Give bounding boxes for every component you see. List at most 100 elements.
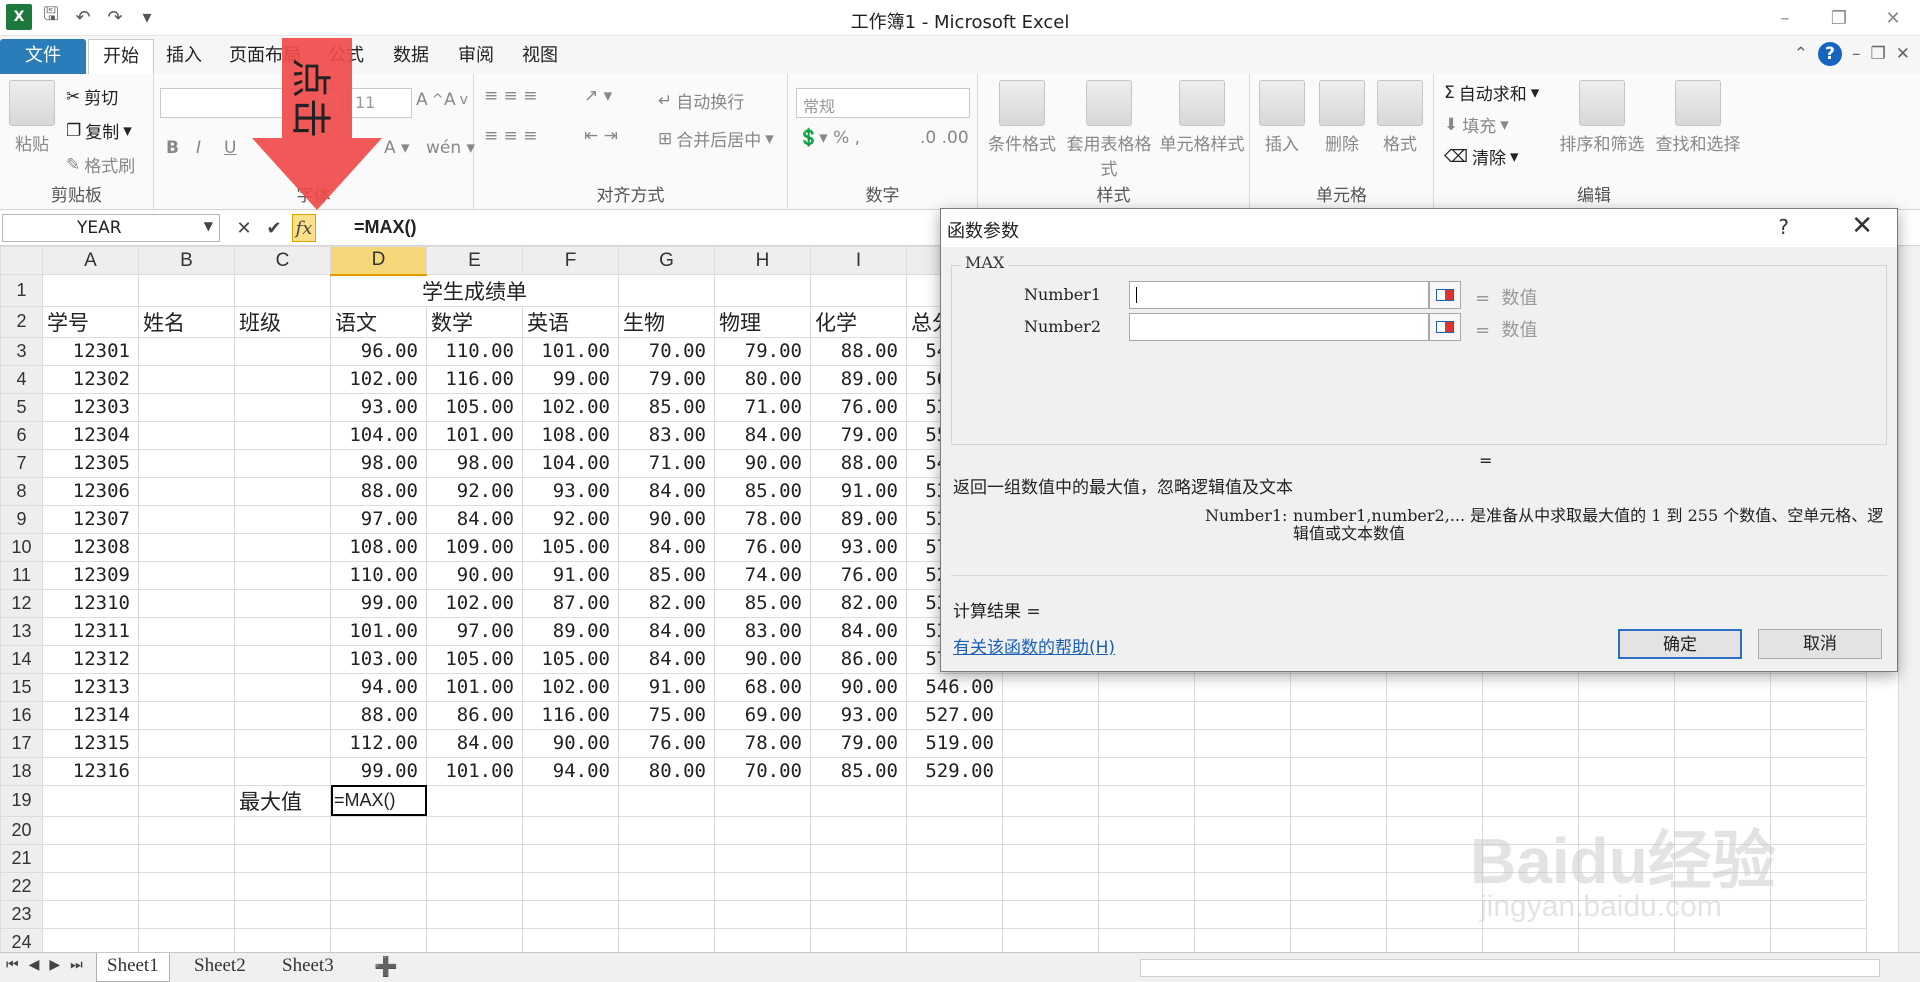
- cell[interactable]: 12301: [42, 336, 139, 366]
- cell[interactable]: 83.00: [714, 616, 811, 646]
- cell[interactable]: 12307: [42, 504, 139, 534]
- format-as-table-button[interactable]: 套用表格格式: [1064, 80, 1154, 180]
- cell[interactable]: 99.00: [330, 756, 427, 786]
- cell[interactable]: [234, 392, 331, 422]
- cell[interactable]: 71.00: [618, 448, 715, 478]
- row-header[interactable]: 5: [0, 392, 43, 422]
- cell[interactable]: 12310: [42, 588, 139, 618]
- tab-view[interactable]: 视图: [508, 39, 572, 74]
- dialog-help-icon[interactable]: ?: [1778, 215, 1789, 239]
- cell[interactable]: [1002, 815, 1099, 845]
- cell[interactable]: [138, 784, 235, 817]
- cell[interactable]: 527.00: [906, 700, 1003, 730]
- cell[interactable]: [138, 927, 235, 952]
- cell[interactable]: [714, 843, 811, 873]
- next-sheet-icon[interactable]: ▶: [49, 957, 60, 973]
- decimal-icon[interactable]: .0 .00: [920, 128, 969, 148]
- confirm-entry-icon[interactable]: ✔: [262, 214, 286, 242]
- close-icon[interactable]: ✕: [1866, 0, 1920, 36]
- cell[interactable]: [234, 274, 331, 307]
- cell[interactable]: 70.00: [618, 336, 715, 366]
- cell[interactable]: [906, 899, 1003, 929]
- cell[interactable]: [1290, 756, 1387, 786]
- function-help-link[interactable]: 有关该函数的帮助(H): [953, 633, 1115, 658]
- cell[interactable]: [234, 728, 331, 758]
- cell[interactable]: [1674, 728, 1771, 758]
- cell[interactable]: 12304: [42, 420, 139, 450]
- cell[interactable]: [138, 815, 235, 845]
- cell[interactable]: [138, 728, 235, 758]
- cell[interactable]: [810, 274, 907, 307]
- cell[interactable]: [138, 871, 235, 901]
- find-select-button[interactable]: 查找和选择: [1650, 80, 1746, 155]
- cell[interactable]: [618, 927, 715, 952]
- cell[interactable]: 546.00: [906, 672, 1003, 702]
- cell[interactable]: 84.00: [714, 420, 811, 450]
- cell[interactable]: [810, 815, 907, 845]
- select-all-corner[interactable]: [0, 246, 43, 275]
- cell[interactable]: [1386, 672, 1483, 702]
- cell[interactable]: [330, 871, 427, 901]
- cell[interactable]: 76.00: [714, 532, 811, 562]
- collapse-ribbon-icon[interactable]: ⌃: [1794, 44, 1808, 64]
- cell[interactable]: [138, 532, 235, 562]
- cell[interactable]: 68.00: [714, 672, 811, 702]
- row-header[interactable]: 24: [0, 927, 43, 952]
- cell[interactable]: [522, 815, 619, 845]
- format-cells-button[interactable]: 格式: [1368, 80, 1432, 155]
- cell[interactable]: [1002, 672, 1099, 702]
- orientation-icon[interactable]: ↗ ▾: [584, 86, 612, 106]
- cell[interactable]: 519.00: [906, 728, 1003, 758]
- cell[interactable]: 90.00: [714, 644, 811, 674]
- row-header[interactable]: 21: [0, 843, 43, 873]
- cell[interactable]: 91.00: [618, 672, 715, 702]
- sheet-title[interactable]: 学生成绩单: [330, 274, 619, 307]
- cell[interactable]: [1098, 843, 1195, 873]
- cell[interactable]: [234, 843, 331, 873]
- cell[interactable]: 12311: [42, 616, 139, 646]
- cell[interactable]: [1098, 700, 1195, 730]
- row-header[interactable]: 4: [0, 364, 43, 394]
- close-workbook-icon[interactable]: ✕: [1896, 44, 1910, 64]
- cell[interactable]: 98.00: [330, 448, 427, 478]
- restore-icon[interactable]: ❐: [1812, 0, 1866, 36]
- cell[interactable]: 85.00: [810, 756, 907, 786]
- cell[interactable]: [1098, 899, 1195, 929]
- cell[interactable]: [1194, 899, 1291, 929]
- cell[interactable]: [138, 560, 235, 590]
- sheet-tab-1[interactable]: Sheet1: [96, 953, 170, 982]
- cell[interactable]: 75.00: [618, 700, 715, 730]
- column-header[interactable]: B: [138, 246, 235, 275]
- cancel-entry-icon[interactable]: ✕: [232, 214, 256, 242]
- cell-styles-button[interactable]: 单元格样式: [1152, 80, 1252, 155]
- cell[interactable]: [714, 871, 811, 901]
- cell[interactable]: [234, 756, 331, 786]
- cell[interactable]: 110.00: [330, 560, 427, 590]
- cell[interactable]: [1770, 700, 1867, 730]
- cell[interactable]: 12306: [42, 476, 139, 506]
- cell[interactable]: [138, 899, 235, 929]
- minimize-workbook-icon[interactable]: –: [1852, 44, 1861, 64]
- cell[interactable]: [906, 784, 1003, 817]
- tab-review[interactable]: 审阅: [444, 39, 508, 74]
- cell[interactable]: [42, 899, 139, 929]
- formula-input[interactable]: =MAX(): [354, 217, 417, 238]
- cell[interactable]: [1290, 700, 1387, 730]
- cell[interactable]: 116.00: [426, 364, 523, 394]
- row-header[interactable]: 19: [0, 784, 43, 817]
- cell[interactable]: 85.00: [714, 476, 811, 506]
- cell[interactable]: 82.00: [810, 588, 907, 618]
- cell[interactable]: [42, 927, 139, 952]
- row-header[interactable]: 14: [0, 644, 43, 674]
- autosum-button[interactable]: Σ 自动求和 ▾: [1444, 80, 1539, 106]
- cell[interactable]: [1194, 927, 1291, 952]
- cell[interactable]: 79.00: [714, 336, 811, 366]
- row-header[interactable]: 1: [0, 274, 43, 307]
- cell[interactable]: [1290, 728, 1387, 758]
- column-header[interactable]: A: [42, 246, 139, 275]
- cell[interactable]: [138, 504, 235, 534]
- cell[interactable]: 92.00: [522, 504, 619, 534]
- cell[interactable]: [138, 392, 235, 422]
- cell[interactable]: [618, 784, 715, 817]
- cell[interactable]: [618, 843, 715, 873]
